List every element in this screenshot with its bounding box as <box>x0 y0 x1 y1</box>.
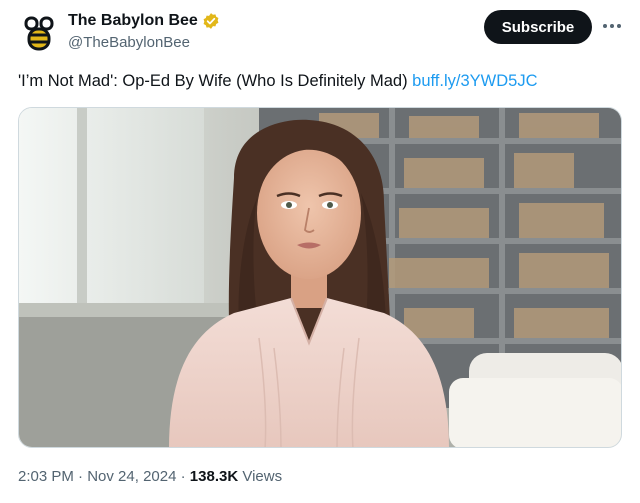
tweet-time[interactable]: 2:03 PM <box>18 468 74 485</box>
more-options-icon[interactable] <box>600 14 624 38</box>
tweet-text: 'I’m Not Mad': Op-Ed By Wife (Who Is Def… <box>18 70 628 92</box>
tweet-date[interactable]: Nov 24, 2024 <box>87 468 176 485</box>
tweet-header: The Babylon Bee @TheBabylonBee Subscribe <box>0 0 640 60</box>
bee-logo-icon[interactable] <box>18 12 60 54</box>
name-row: The Babylon Bee <box>68 12 220 30</box>
verified-badge-icon <box>202 12 220 30</box>
views-count: 138.3K <box>189 468 239 485</box>
tweet-meta: 2:03 PM · Nov 24, 2024 · 138.3K Views <box>18 468 282 485</box>
display-name[interactable]: The Babylon Bee <box>68 12 198 30</box>
views-label: Views <box>242 468 283 485</box>
subscribe-button[interactable]: Subscribe <box>484 10 592 44</box>
meta-separator: · <box>180 468 186 485</box>
woman-at-desk-photo[interactable] <box>18 107 622 448</box>
tweet-link[interactable]: buff.ly/3YWD5JC <box>412 72 537 90</box>
tweet-headline: 'I’m Not Mad': Op-Ed By Wife (Who Is Def… <box>18 72 408 90</box>
meta-separator: · <box>78 468 84 485</box>
account-handle[interactable]: @TheBabylonBee <box>68 34 190 51</box>
